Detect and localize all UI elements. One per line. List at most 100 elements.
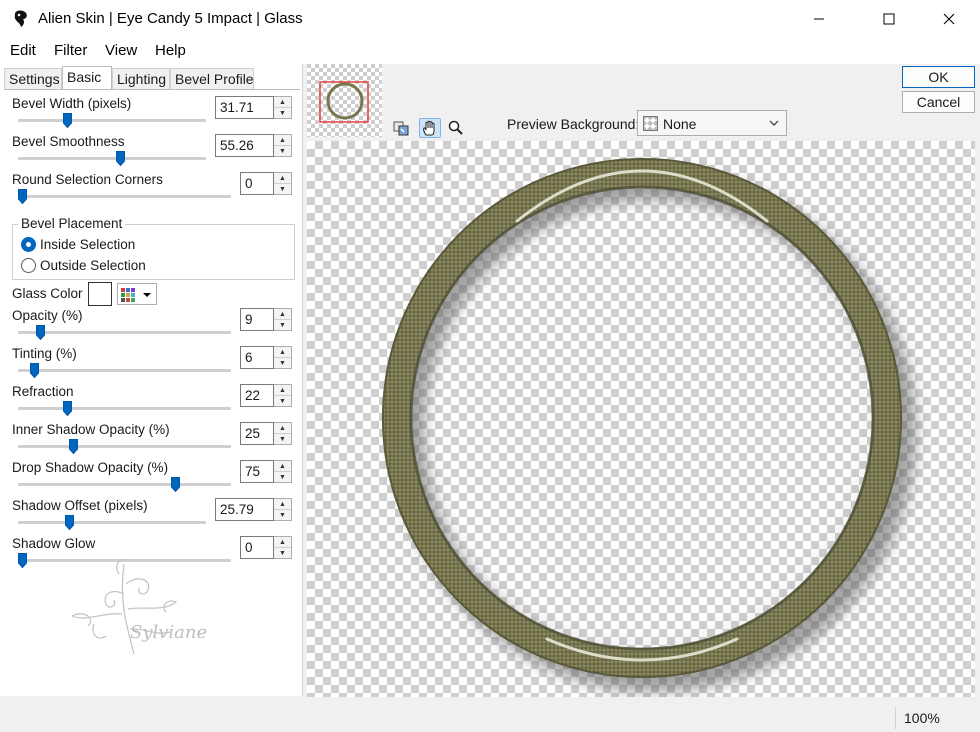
bevel-smoothness-input[interactable]: 55.26 <box>215 134 274 157</box>
slider-thumb[interactable] <box>18 189 27 205</box>
slider-thumb[interactable] <box>171 477 180 493</box>
refraction-slider[interactable] <box>18 401 231 417</box>
bevel-width-slider[interactable] <box>18 113 206 129</box>
bevel-smoothness-slider[interactable] <box>18 151 206 167</box>
spin-up-icon[interactable]: ▲ <box>274 97 291 108</box>
maximize-button[interactable] <box>866 0 912 38</box>
bevel-width-input[interactable]: 31.71 <box>215 96 274 119</box>
ok-button[interactable]: OK <box>902 66 975 88</box>
slider-thumb[interactable] <box>18 553 27 569</box>
close-button[interactable] <box>926 0 972 38</box>
tinting-input[interactable]: 6 <box>240 346 274 369</box>
drop-shadow-slider[interactable] <box>18 477 231 493</box>
bevel-width-label: Bevel Width (pixels) <box>12 96 132 111</box>
shadow-glow-input[interactable]: 0 <box>240 536 274 559</box>
spin-down-icon[interactable]: ▼ <box>274 434 291 444</box>
shadow-offset-slider[interactable] <box>18 515 206 531</box>
spin-down-icon[interactable]: ▼ <box>274 396 291 406</box>
spin-up-icon[interactable]: ▲ <box>274 499 291 510</box>
palette-icon <box>121 288 151 302</box>
refraction-label: Refraction <box>12 384 74 399</box>
spin-down-icon[interactable]: ▼ <box>274 548 291 558</box>
menu-edit[interactable]: Edit <box>10 42 36 59</box>
radio-outside-selection[interactable]: Outside Selection <box>21 258 146 273</box>
spin-up-icon[interactable]: ▲ <box>274 537 291 548</box>
spin-up-icon[interactable]: ▲ <box>274 385 291 396</box>
bevel-smoothness-spinbox: 55.26 ▲ ▼ <box>215 134 292 157</box>
opacity-input[interactable]: 9 <box>240 308 274 331</box>
tinting-spinbox: 6 ▲ ▼ <box>240 346 292 369</box>
spin-up-icon[interactable]: ▲ <box>274 173 291 184</box>
inner-shadow-slider[interactable] <box>18 439 231 455</box>
cancel-button[interactable]: Cancel <box>902 91 975 113</box>
tab-settings[interactable]: Settings <box>4 68 62 89</box>
zoom-level: 100% <box>904 710 940 726</box>
round-corners-input[interactable]: 0 <box>240 172 274 195</box>
round-corners-label: Round Selection Corners <box>12 172 163 187</box>
close-icon <box>943 13 955 25</box>
drop-shadow-input[interactable]: 75 <box>240 460 274 483</box>
watermark-logo: Sylviane <box>70 559 207 655</box>
slider-thumb[interactable] <box>30 363 40 379</box>
tab-bevel-profile[interactable]: Bevel Profile <box>170 68 254 89</box>
slider-thumb[interactable] <box>64 515 74 531</box>
thumbnail-image <box>307 64 382 137</box>
slider-thumb[interactable] <box>36 325 46 341</box>
spin-down-icon[interactable]: ▼ <box>274 472 291 482</box>
preview-background-value: None <box>663 116 697 132</box>
outside-selection-label: Outside Selection <box>40 258 146 273</box>
compare-icon <box>393 121 409 136</box>
zoom-tool-button[interactable] <box>445 118 467 138</box>
spin-down-icon[interactable]: ▼ <box>274 510 291 520</box>
tab-divider <box>4 89 300 90</box>
radio-inside-selection[interactable]: Inside Selection <box>21 237 135 252</box>
spin-up-icon[interactable]: ▲ <box>274 135 291 146</box>
spin-up-icon[interactable]: ▲ <box>274 461 291 472</box>
refraction-input[interactable]: 22 <box>240 384 274 407</box>
tinting-label: Tinting (%) <box>12 346 77 361</box>
menu-help[interactable]: Help <box>155 42 186 59</box>
inner-shadow-spinbox: 25 ▲ ▼ <box>240 422 292 445</box>
opacity-spinbox: 9 ▲ ▼ <box>240 308 292 331</box>
shadow-glow-label: Shadow Glow <box>12 536 96 551</box>
dropdown-arrow-icon <box>143 293 151 297</box>
shadow-glow-spinbox: 0 ▲ ▼ <box>240 536 292 559</box>
spin-up-icon[interactable]: ▲ <box>274 309 291 320</box>
alien-skin-icon <box>14 10 27 27</box>
spin-up-icon[interactable]: ▲ <box>274 423 291 434</box>
bevel-smoothness-label: Bevel Smoothness <box>12 134 125 149</box>
spin-down-icon[interactable]: ▼ <box>274 184 291 194</box>
slider-thumb[interactable] <box>116 151 126 167</box>
color-palette-button[interactable] <box>117 283 157 305</box>
spin-down-icon[interactable]: ▼ <box>274 320 291 330</box>
minimize-icon <box>814 18 824 20</box>
slider-thumb[interactable] <box>69 439 78 455</box>
opacity-label: Opacity (%) <box>12 308 83 323</box>
spin-up-icon[interactable]: ▲ <box>274 347 291 358</box>
slider-thumb[interactable] <box>62 401 72 417</box>
hand-tool-button[interactable] <box>419 118 441 138</box>
spin-down-icon[interactable]: ▼ <box>274 146 291 156</box>
preview-background-select[interactable]: None <box>637 110 787 136</box>
preview-canvas[interactable] <box>307 141 975 697</box>
settings-panel: Settings Basic Lighting Bevel Profile Be… <box>0 64 303 696</box>
status-bar: 100% <box>0 701 980 732</box>
tinting-slider[interactable] <box>18 363 231 379</box>
glass-color-swatch[interactable] <box>88 282 112 306</box>
shadow-offset-input[interactable]: 25.79 <box>215 498 274 521</box>
minimize-button[interactable] <box>796 0 842 38</box>
inner-shadow-input[interactable]: 25 <box>240 422 274 445</box>
compare-tool-button[interactable] <box>390 118 412 138</box>
opacity-slider[interactable] <box>18 325 231 341</box>
tab-lighting[interactable]: Lighting <box>112 68 170 89</box>
bevel-width-spinbox: 31.71 ▲ ▼ <box>215 96 292 119</box>
preview-thumbnail[interactable] <box>307 64 382 137</box>
spin-down-icon[interactable]: ▼ <box>274 108 291 118</box>
spin-down-icon[interactable]: ▼ <box>274 358 291 368</box>
status-divider <box>895 707 896 729</box>
menu-view[interactable]: View <box>105 42 137 59</box>
round-corners-slider[interactable] <box>18 189 231 205</box>
slider-thumb[interactable] <box>62 113 72 129</box>
menu-filter[interactable]: Filter <box>54 42 87 59</box>
tab-basic[interactable]: Basic <box>62 66 112 90</box>
